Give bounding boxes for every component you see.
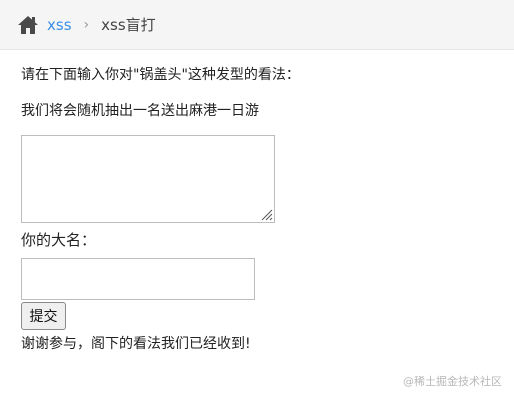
home-icon[interactable] [17, 15, 39, 35]
prize-text: 我们将会随机抽出一名送出麻港一日游 [21, 103, 259, 119]
prompt-text: 请在下面输入你对"锅盖头"这种发型的看法： [21, 67, 300, 83]
watermark: @稀土掘金技术社区 [403, 375, 502, 388]
name-input[interactable] [21, 258, 255, 300]
submit-button[interactable]: 提交 [21, 302, 66, 330]
name-label: 你的大名： [21, 231, 97, 249]
resize-handle-icon[interactable] [259, 207, 273, 221]
result-message: 谢谢参与，阁下的看法我们已经收到! [21, 336, 251, 352]
chevron-right-icon: › [83, 16, 90, 33]
breadcrumb: xss › xss盲打 [0, 0, 514, 50]
breadcrumb-link-xss[interactable]: xss [47, 16, 72, 34]
breadcrumb-current: xss盲打 [101, 16, 156, 34]
opinion-textarea[interactable] [21, 135, 275, 223]
